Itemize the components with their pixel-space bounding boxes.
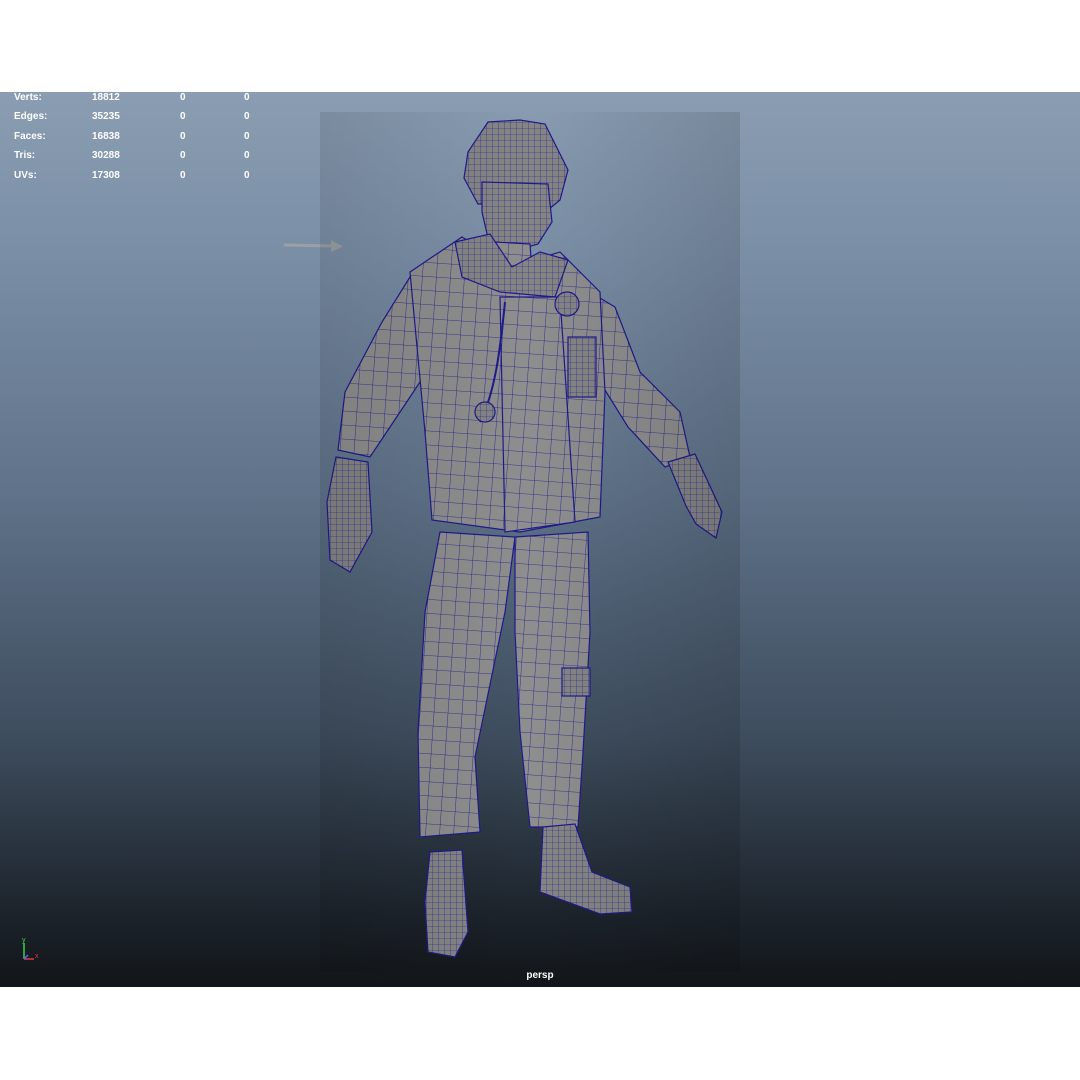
right-arm-mesh xyxy=(589,290,691,468)
left-shoe-mesh xyxy=(424,849,469,958)
character-mesh[interactable] xyxy=(0,92,1080,987)
axis-gizmo-icon: y x xyxy=(22,937,39,960)
medallion xyxy=(474,401,496,423)
left-hand-mesh xyxy=(326,456,373,573)
chest-pocket xyxy=(567,336,597,398)
right-shoe-mesh xyxy=(539,823,633,915)
leg-pocket xyxy=(561,667,591,697)
right-hand-mesh xyxy=(667,453,723,540)
badge xyxy=(554,291,580,317)
pants-left-mesh xyxy=(417,531,516,838)
perspective-viewport[interactable]: Verts: 18812 0 0 Edges: 35235 0 0 Faces:… xyxy=(0,92,1080,987)
gizmo-x-label: x xyxy=(35,953,39,960)
camera-name-label: persp xyxy=(526,970,554,981)
gizmo-y-label: y xyxy=(22,937,26,944)
